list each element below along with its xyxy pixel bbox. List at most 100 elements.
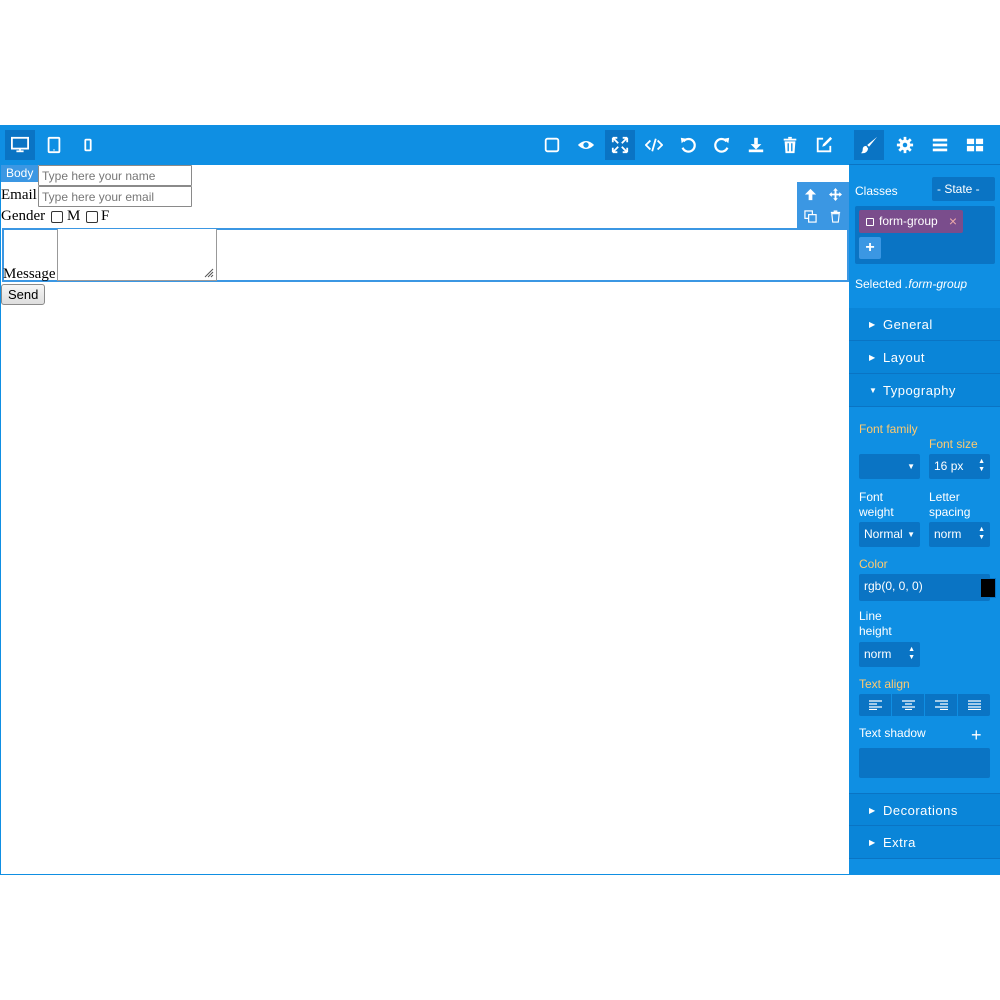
letter-spacing-input[interactable]: norm ▲ ▼ bbox=[929, 522, 990, 547]
message-textarea[interactable] bbox=[57, 229, 217, 281]
delete-button[interactable] bbox=[826, 207, 844, 225]
add-text-shadow-icon[interactable]: + bbox=[971, 725, 982, 746]
import-button[interactable] bbox=[741, 130, 771, 160]
align-justify-button[interactable] bbox=[958, 694, 990, 716]
preview-button[interactable] bbox=[571, 130, 601, 160]
font-family-select[interactable]: ▼ bbox=[859, 454, 920, 479]
send-button[interactable]: Send bbox=[1, 284, 46, 305]
sector-decorations[interactable]: ▶ Decorations bbox=[849, 793, 1000, 826]
body-badge: Body bbox=[1, 165, 39, 182]
gender-f-label: F bbox=[101, 208, 110, 224]
stepper-icon[interactable]: ▲ ▼ bbox=[978, 526, 985, 542]
classes-label: Classes bbox=[855, 184, 898, 198]
name-input[interactable] bbox=[38, 165, 192, 186]
text-shadow-layers bbox=[859, 748, 990, 778]
device-desktop-button[interactable] bbox=[5, 130, 35, 160]
gender-m-checkbox[interactable] bbox=[51, 211, 63, 223]
resize-grip-icon[interactable] bbox=[202, 266, 214, 278]
gender-label: Gender bbox=[1, 208, 46, 224]
style-manager-panel: Classes - State - form-group × + Selecte… bbox=[849, 165, 1000, 875]
trash-icon bbox=[830, 209, 840, 223]
code-icon bbox=[645, 138, 663, 152]
stepper-icon[interactable]: ▲ ▼ bbox=[908, 646, 915, 662]
color-input[interactable]: rgb(0, 0, 0) bbox=[859, 574, 996, 601]
undo-button[interactable] bbox=[673, 130, 703, 160]
settings-button[interactable] bbox=[890, 130, 920, 160]
gender-f-checkbox[interactable] bbox=[86, 211, 98, 223]
email-input[interactable] bbox=[38, 186, 192, 207]
classes-container: form-group × + bbox=[855, 206, 995, 264]
clear-canvas-button[interactable] bbox=[775, 130, 805, 160]
device-mobile-button[interactable] bbox=[73, 130, 103, 160]
caret-right-icon: ▶ bbox=[869, 838, 876, 847]
font-weight-select[interactable]: Normal ▼ bbox=[859, 522, 920, 547]
redo-button[interactable] bbox=[707, 130, 737, 160]
desktop-icon bbox=[11, 136, 29, 153]
text-align-group bbox=[859, 694, 990, 716]
gender-m-label: M bbox=[67, 208, 81, 224]
blocks-icon bbox=[966, 138, 984, 152]
sw-visibility-button[interactable] bbox=[537, 130, 567, 160]
align-center-icon bbox=[901, 700, 915, 710]
sector-general[interactable]: ▶ General bbox=[849, 308, 1000, 341]
gear-icon bbox=[896, 136, 914, 154]
code-button[interactable] bbox=[639, 130, 669, 160]
font-size-unit: px bbox=[950, 459, 964, 473]
state-select[interactable]: - State - bbox=[932, 177, 995, 201]
editor: Body Email Gender M F Message bbox=[0, 125, 1000, 875]
move-button[interactable] bbox=[826, 185, 844, 203]
font-size-value: 16 bbox=[934, 459, 948, 473]
paint-brush-icon bbox=[860, 136, 878, 154]
layer-manager-button[interactable] bbox=[925, 130, 955, 160]
align-left-button[interactable] bbox=[859, 694, 892, 716]
panel-switcher bbox=[849, 125, 1000, 165]
select-parent-button[interactable] bbox=[801, 185, 819, 203]
edit-button[interactable] bbox=[809, 130, 839, 160]
sector-decorations-title: Decorations bbox=[883, 803, 958, 818]
color-label: Color bbox=[859, 557, 888, 571]
device-tablet-button[interactable] bbox=[39, 130, 69, 160]
color-value: rgb(0, 0, 0) bbox=[864, 579, 923, 593]
fullscreen-icon bbox=[611, 136, 629, 154]
tag-checkbox-icon[interactable] bbox=[866, 218, 874, 226]
sector-layout-title: Layout bbox=[883, 350, 926, 365]
selected-indicator: Selected .form-group bbox=[855, 277, 967, 291]
mobile-icon bbox=[84, 138, 92, 152]
sector-typography[interactable]: ▼ Typography bbox=[849, 374, 1000, 407]
blocks-button[interactable] bbox=[960, 130, 990, 160]
align-right-button[interactable] bbox=[925, 694, 958, 716]
bars-icon bbox=[932, 138, 948, 152]
move-icon bbox=[828, 187, 842, 201]
style-manager-button[interactable] bbox=[854, 130, 884, 160]
close-icon[interactable]: × bbox=[949, 210, 957, 233]
canvas-frame[interactable]: Body Email Gender M F Message bbox=[0, 165, 849, 875]
caret-right-icon: ▶ bbox=[869, 353, 876, 362]
align-center-button[interactable] bbox=[892, 694, 925, 716]
selected-prefix: Selected bbox=[855, 277, 902, 291]
trash-icon bbox=[783, 136, 797, 154]
class-tag[interactable]: form-group × bbox=[859, 210, 963, 233]
stepper-icon[interactable]: ▲ ▼ bbox=[978, 458, 985, 474]
line-height-value: norm bbox=[864, 647, 892, 661]
sector-layout[interactable]: ▶ Layout bbox=[849, 341, 1000, 374]
caret-down-icon: ▼ bbox=[907, 462, 915, 471]
edit-icon bbox=[816, 136, 833, 153]
selected-value: .form-group bbox=[905, 277, 968, 291]
clone-button[interactable] bbox=[801, 207, 819, 225]
fullscreen-button[interactable] bbox=[605, 130, 635, 160]
sector-extra-title: Extra bbox=[883, 835, 916, 850]
redo-icon bbox=[714, 137, 730, 153]
font-weight-label: Font weight bbox=[859, 490, 894, 519]
caret-down-icon: ▼ bbox=[907, 530, 915, 539]
font-weight-value: Normal bbox=[864, 527, 903, 541]
sw-visibility-icon bbox=[544, 137, 560, 153]
color-swatch[interactable] bbox=[980, 578, 996, 598]
font-size-input[interactable]: 16 px ▲ ▼ bbox=[929, 454, 990, 479]
line-height-input[interactable]: norm ▲ ▼ bbox=[859, 642, 920, 667]
preview-icon bbox=[577, 140, 595, 150]
align-justify-icon bbox=[967, 700, 981, 710]
arrow-up-icon bbox=[804, 188, 816, 200]
line-height-label: Line height bbox=[859, 609, 892, 638]
add-class-button[interactable]: + bbox=[859, 237, 881, 259]
sector-extra[interactable]: ▶ Extra bbox=[849, 826, 1000, 859]
